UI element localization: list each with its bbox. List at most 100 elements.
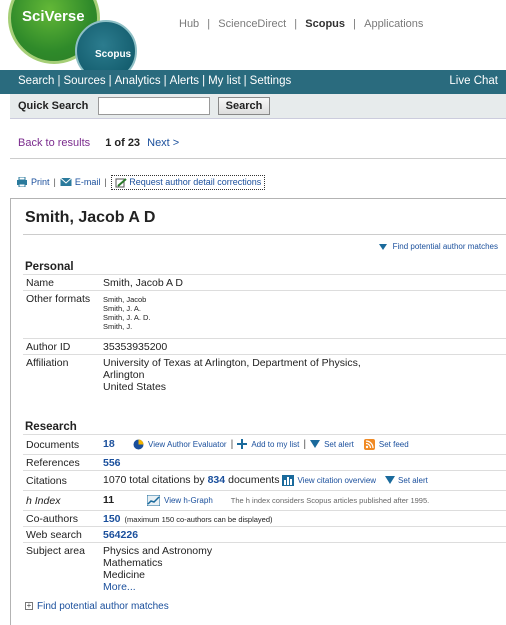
hub-link-sciencedirect[interactable]: ScienceDirect: [218, 18, 286, 30]
author-id-row: Author ID 35353935200: [23, 338, 506, 354]
set-alert-link[interactable]: Set alert: [324, 440, 354, 449]
plus-icon: [237, 439, 248, 449]
author-id-label: Author ID: [26, 341, 71, 353]
author-name-heading: Smith, Jacob A D: [25, 209, 156, 226]
web-search-label: Web search: [26, 529, 82, 541]
documents-count-link[interactable]: 18: [103, 438, 129, 450]
name-value: Smith, Jacob A D: [103, 277, 183, 289]
subject-area-row: Subject area Physics and Astronomy Mathe…: [23, 542, 506, 600]
nav-sources[interactable]: Sources: [63, 75, 105, 87]
citations-value: 1070 total citations by 834 documents Vi…: [103, 474, 428, 486]
subject-area-label: Subject area: [26, 545, 85, 557]
print-link[interactable]: Print: [31, 177, 50, 187]
next-link[interactable]: Next >: [147, 137, 179, 149]
sciverse-logo-text: SciVerse: [22, 8, 85, 25]
request-corrections-label: Request author detail corrections: [129, 177, 262, 187]
citations-suffix: documents: [228, 474, 280, 486]
add-to-my-list-link[interactable]: Add to my list: [251, 440, 299, 449]
subject-item: Physics and Astronomy: [103, 545, 213, 557]
subject-area-list: Physics and Astronomy Mathematics Medici…: [103, 545, 212, 593]
h-index-number: 11: [103, 494, 115, 506]
view-h-graph-link[interactable]: View h-Graph: [164, 496, 213, 505]
hub-link-scopus[interactable]: Scopus: [305, 18, 345, 30]
graph-icon: [147, 494, 160, 506]
view-author-evaluator-link[interactable]: View Author Evaluator: [148, 440, 227, 449]
search-button[interactable]: Search: [218, 97, 270, 115]
co-authors-value: 150 (maximum 150 co-authors can be displ…: [103, 513, 273, 525]
citations-prefix: 1070 total citations by: [103, 474, 205, 486]
affiliation-value: University of Texas at Arlington, Depart…: [103, 357, 361, 393]
co-authors-note: (maximum 150 co-authors can be displayed…: [124, 514, 273, 524]
top-header: SciVerse Scopus Hub | ScienceDirect | Sc…: [0, 0, 506, 82]
result-position: 1 of 23: [105, 137, 141, 149]
live-chat-link[interactable]: Live Chat: [449, 75, 498, 87]
quick-search-bar: Quick Search Search: [10, 94, 506, 119]
research-section-title: Research: [25, 421, 77, 433]
find-matches-bottom-label: Find potential author matches: [37, 601, 169, 612]
author-id-value: 35353935200: [103, 341, 168, 353]
nav-search[interactable]: Search: [18, 75, 54, 87]
h-index-label: h Index: [26, 495, 61, 507]
citation-set-alert-link[interactable]: Set alert: [398, 476, 428, 485]
toolbar: Print | E-mail | Request author detail c…: [16, 175, 266, 190]
h-index-value: 11 View h-Graph The h index considers Sc…: [103, 494, 429, 506]
nav-alerts[interactable]: Alerts: [170, 75, 199, 87]
bar-chart-icon: [282, 474, 295, 486]
email-icon: [60, 177, 72, 187]
divider: [10, 158, 506, 159]
web-search-count-link[interactable]: 564226: [103, 529, 138, 541]
find-matches-bottom-link[interactable]: + Find potential author matches: [25, 601, 169, 612]
find-matches-top-link[interactable]: Find potential author matches: [378, 242, 498, 251]
other-formats-label: Other formats: [26, 293, 91, 305]
format-item: Smith, J. A. D.: [103, 313, 151, 322]
nav-settings[interactable]: Settings: [250, 75, 292, 87]
format-item: Smith, Jacob: [103, 295, 147, 304]
h-index-row: h Index 11 View h-Graph The h index cons…: [23, 490, 506, 510]
format-item: Smith, J.: [103, 322, 133, 331]
affiliation-line: United States: [103, 381, 167, 393]
citations-row: Citations 1070 total citations by 834 do…: [23, 470, 506, 490]
references-label: References: [26, 457, 80, 469]
other-formats-list: Smith, Jacob Smith, J. A. Smith, J. A. D…: [103, 295, 151, 331]
email-link[interactable]: E-mail: [75, 177, 101, 187]
references-count-link[interactable]: 556: [103, 457, 121, 469]
other-formats-row: Other formats Smith, Jacob Smith, J. A. …: [23, 290, 506, 338]
more-subjects-link[interactable]: More...: [103, 581, 212, 593]
documents-label: Documents: [26, 439, 80, 451]
expand-icon: +: [25, 601, 33, 611]
quick-search-input[interactable]: [98, 97, 210, 115]
divider: [23, 234, 506, 235]
printer-icon: [17, 177, 27, 188]
back-to-results-link[interactable]: Back to results: [18, 137, 90, 149]
personal-section-title: Personal: [25, 261, 74, 273]
main-nav: Search | Sources | Analytics | Alerts | My list |…: [0, 70, 506, 94]
request-corrections-link[interactable]: Request author detail corrections: [110, 175, 266, 190]
co-authors-count-link[interactable]: 150: [103, 513, 121, 525]
nav-analytics[interactable]: Analytics: [115, 75, 161, 87]
citing-documents-link[interactable]: 834: [208, 474, 226, 486]
hub-link-hub[interactable]: Hub: [179, 18, 199, 30]
alert-icon: [310, 440, 321, 448]
find-matches-label: Find potential author matches: [392, 242, 498, 251]
name-label: Name: [26, 277, 55, 289]
affiliation-label: Affiliation: [26, 357, 69, 369]
hub-link-applications[interactable]: Applications: [364, 18, 423, 30]
author-details-panel: Smith, Jacob A D Find potential author m…: [10, 198, 506, 625]
web-search-row: Web search 564226: [23, 526, 506, 542]
affiliation-line: University of Texas at Arlington, Depart…: [103, 357, 361, 369]
documents-row: Documents 18 View Author Evaluator | Add…: [23, 434, 506, 454]
subject-item: Medicine: [103, 569, 146, 581]
citations-label: Citations: [26, 475, 67, 487]
view-citation-overview-link[interactable]: View citation overview: [297, 476, 376, 485]
affiliation-line: Arlington: [103, 369, 145, 381]
set-feed-link[interactable]: Set feed: [379, 440, 409, 449]
h-index-note: The h index considers Scopus articles pu…: [230, 495, 430, 505]
rss-feed-icon: [363, 438, 375, 450]
scopus-logo-text: Scopus: [95, 49, 132, 60]
name-row: Name Smith, Jacob A D: [23, 274, 506, 289]
triangle-down-icon: [378, 243, 387, 250]
nav-my-list[interactable]: My list: [208, 75, 241, 87]
edit-icon: [115, 177, 127, 188]
format-item: Smith, J. A.: [103, 304, 141, 313]
documents-actions: 18 View Author Evaluator | Add to my lis…: [103, 438, 409, 450]
